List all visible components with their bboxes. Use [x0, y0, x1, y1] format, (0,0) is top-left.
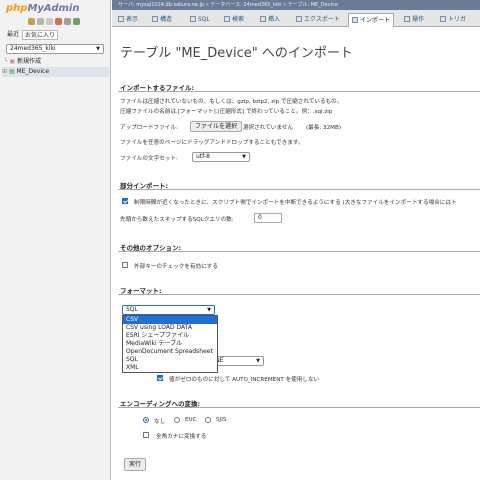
structure-icon	[152, 16, 158, 22]
encoding-euc-radio[interactable]	[174, 417, 180, 423]
insert-icon	[260, 16, 266, 22]
home-icon[interactable]	[28, 18, 35, 25]
fullwidth-kana-checkbox[interactable]	[143, 432, 149, 438]
encoding-none-radio[interactable]	[143, 417, 149, 423]
sql-icon	[190, 16, 196, 22]
submit-button[interactable]: 実行	[124, 458, 147, 471]
page-title: テーブル "ME_Device" へのインポート	[120, 46, 353, 61]
compression-note: 圧縮ファイルの名前は.[フォーマット].[圧縮形式] で終わっていること。例：.…	[120, 109, 333, 115]
triggers-icon	[440, 16, 446, 22]
format-option[interactable]: CSV	[123, 316, 217, 324]
no-auto-increment-label: 値がゼロのものに対して AUTO_INCREMENT を使用しない	[169, 377, 320, 383]
tab-operations[interactable]: 操作	[404, 13, 424, 26]
encoding-euc-label: EUC	[185, 417, 197, 423]
tab-bar: 表示 構造 SQL 検索 挿入 エクスポート インポート 操作 トリガ	[112, 10, 480, 27]
tree-item-table[interactable]: ⊞ ▦ ME_Device	[2, 67, 109, 77]
settings-icon[interactable]	[64, 18, 71, 25]
main-panel: サーバ: mysql1024.db.sakura.ne.jp » データベース:…	[112, 0, 480, 480]
format-option[interactable]: ESRI シェープファイル	[123, 332, 217, 340]
format-dropdown-list[interactable]: CSV CSV using LOAD DATA ESRI シェープファイル Me…	[122, 315, 218, 373]
import-icon	[352, 17, 358, 23]
format-option[interactable]: SQL	[123, 356, 217, 364]
divider	[118, 251, 480, 252]
upload-label: アップロードファイル:	[120, 125, 178, 131]
encoding-none-label: なし	[154, 419, 166, 425]
allow-interrupt-checkbox[interactable]	[122, 198, 128, 204]
skip-queries-input[interactable]: 0	[254, 213, 282, 223]
allow-interrupt-label: 制限時間が近くなったときに、スクリプト側でインポートを中断できるようにする (大…	[134, 200, 457, 206]
breadcrumb[interactable]: サーバ: mysql1024.db.sakura.ne.jp » データベース:…	[112, 0, 480, 10]
encoding-sjis-label: SJIS	[216, 417, 227, 423]
logout-icon[interactable]	[37, 18, 44, 25]
format-option[interactable]: OpenDocument Spreadsheet	[123, 348, 217, 356]
tab-import[interactable]: インポート	[348, 13, 395, 27]
divider	[118, 189, 480, 190]
chevron-down-icon: ▼	[256, 358, 260, 364]
encoding-sjis-radio[interactable]	[205, 417, 211, 423]
navigation-sidebar: phpMyAdmin 最近 お気に入り 24med365_kiki ▼ └ ▣ 新…	[0, 0, 111, 480]
file-format-note: ファイルは圧縮されていないもの、もしくは、gzip, bzip2, zip で圧…	[120, 99, 343, 105]
reload-icon[interactable]	[73, 18, 80, 25]
no-file-text: 選択されていません	[243, 125, 294, 131]
divider	[118, 407, 480, 408]
no-auto-increment-checkbox[interactable]	[157, 375, 163, 381]
format-select[interactable]: SQL ▼	[122, 305, 215, 315]
tab-export[interactable]: エクスポート	[296, 13, 340, 26]
tab-browse[interactable]: 表示	[118, 13, 138, 26]
foreign-key-label: 外部キーのチェックを有効にする	[134, 264, 218, 270]
tab-sql[interactable]: SQL	[190, 13, 210, 26]
chevron-down-icon: ▼	[242, 154, 246, 160]
sql-docs-icon[interactable]	[55, 18, 62, 25]
export-icon	[296, 16, 302, 22]
tab-insert[interactable]: 挿入	[260, 13, 280, 26]
fullwidth-kana-label: 全角カナに変換する	[156, 434, 207, 440]
tab-recent[interactable]: 最近	[5, 30, 21, 40]
tab-structure[interactable]: 構造	[152, 13, 172, 26]
divider	[118, 91, 480, 92]
foreign-key-checkbox[interactable]	[122, 262, 128, 268]
operations-icon	[404, 16, 410, 22]
format-option[interactable]: MediaWiki テーブル	[123, 340, 217, 348]
choose-file-button[interactable]: ファイルを選択	[190, 121, 243, 132]
database-select[interactable]: 24med365_kiki ▼	[6, 44, 104, 54]
phpmyadmin-logo[interactable]: phpMyAdmin	[6, 3, 79, 14]
divider	[118, 294, 480, 295]
search-icon	[224, 16, 230, 22]
format-option[interactable]: CSV using LOAD DATA	[123, 324, 217, 332]
chevron-down-icon: ▼	[96, 46, 100, 52]
chevron-down-icon: ▼	[207, 307, 211, 313]
max-size-text: (最長: 32MB)	[306, 125, 341, 131]
tab-favorites[interactable]: お気に入り	[22, 30, 59, 40]
tree-item-new[interactable]: └ ▣ 新規作成	[4, 57, 41, 67]
drag-drop-hint: ファイルを任意のページにドラッグアンドドロップすることもできます。	[120, 140, 304, 146]
docs-icon[interactable]	[46, 18, 53, 25]
charset-select[interactable]: utf-8 ▼	[192, 152, 250, 162]
skip-queries-label: 先頭から数えたスキップするSQLクエリの数:	[120, 217, 234, 223]
charset-label: ファイルの文字セット:	[120, 156, 178, 162]
tab-triggers[interactable]: トリガ	[440, 13, 466, 26]
browse-icon	[118, 16, 124, 22]
format-option[interactable]: XML	[123, 364, 217, 372]
tab-search[interactable]: 検索	[224, 13, 244, 26]
